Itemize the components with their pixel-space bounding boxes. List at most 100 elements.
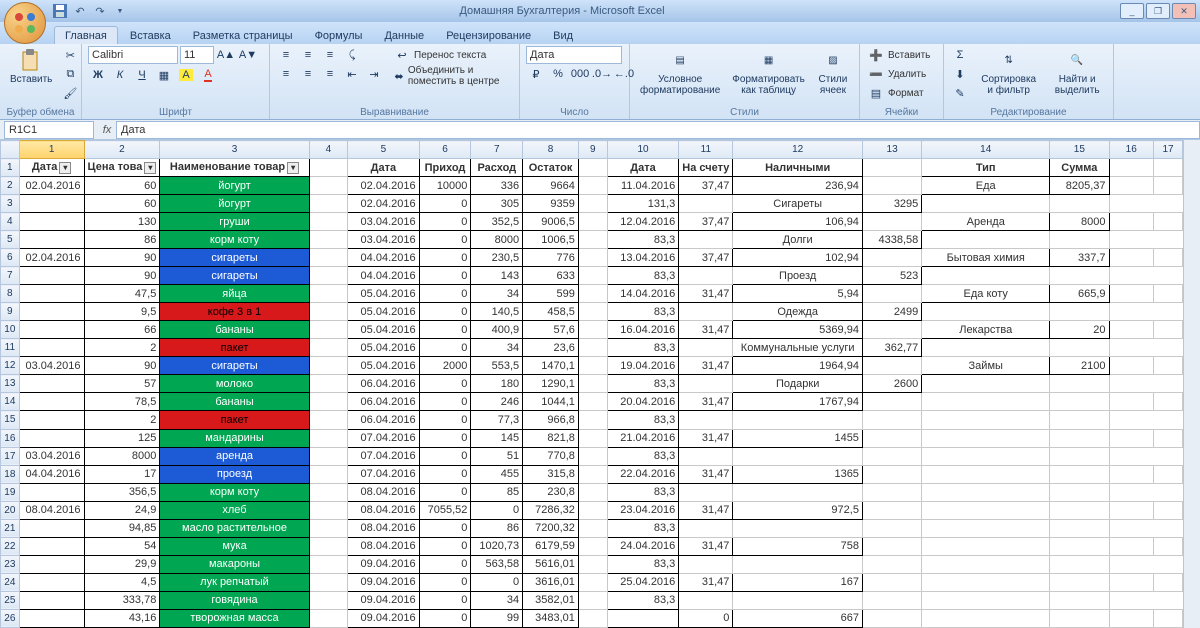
wrap-text-button[interactable]: ↩Перенос текста: [392, 46, 513, 64]
cell[interactable]: [309, 555, 347, 573]
cell[interactable]: [1050, 447, 1109, 465]
cell[interactable]: 02.04.2016: [348, 195, 420, 213]
cell[interactable]: [578, 231, 607, 249]
cell[interactable]: 2: [84, 339, 160, 357]
copy-icon[interactable]: ⧉: [60, 65, 80, 83]
close-button[interactable]: ✕: [1172, 3, 1196, 19]
cell[interactable]: 0: [419, 393, 471, 411]
cell[interactable]: 86: [471, 519, 523, 537]
cell[interactable]: [19, 303, 84, 321]
cell[interactable]: [607, 609, 679, 627]
col-header[interactable]: 12: [733, 141, 863, 159]
cell[interactable]: 43,16: [84, 609, 160, 627]
cell[interactable]: 83,3: [607, 411, 679, 429]
row-header[interactable]: 20: [1, 501, 20, 519]
cell[interactable]: [1050, 483, 1109, 501]
cell[interactable]: [578, 249, 607, 267]
cell[interactable]: [309, 285, 347, 303]
cell[interactable]: 9,5: [84, 303, 160, 321]
cell[interactable]: 966,8: [523, 411, 579, 429]
cell[interactable]: [309, 519, 347, 537]
cell[interactable]: [862, 213, 921, 231]
cell[interactable]: 458,5: [523, 303, 579, 321]
fill-icon[interactable]: ⬇: [950, 65, 970, 83]
cell[interactable]: 16.04.2016: [607, 321, 679, 339]
cell[interactable]: 08.04.2016: [348, 519, 420, 537]
cell[interactable]: лук репчатый: [160, 573, 309, 591]
cell[interactable]: 0: [419, 429, 471, 447]
col-header[interactable]: 6: [419, 141, 471, 159]
cell[interactable]: яйца: [160, 285, 309, 303]
cell[interactable]: [309, 267, 347, 285]
cell[interactable]: 337,7: [1050, 249, 1109, 267]
row-header[interactable]: 25: [1, 591, 20, 609]
row-header[interactable]: 7: [1, 267, 20, 285]
cell[interactable]: 0: [471, 501, 523, 519]
cell[interactable]: [309, 249, 347, 267]
cell[interactable]: [922, 447, 1050, 465]
cell[interactable]: 0: [419, 213, 471, 231]
cell[interactable]: 83,3: [607, 339, 679, 357]
cell[interactable]: 563,58: [471, 555, 523, 573]
cell[interactable]: [309, 537, 347, 555]
cell[interactable]: 34: [471, 339, 523, 357]
cell[interactable]: 29,9: [84, 555, 160, 573]
cell[interactable]: [922, 393, 1050, 411]
cell[interactable]: йогурт: [160, 177, 309, 195]
row-header[interactable]: 12: [1, 357, 20, 375]
cell[interactable]: 83,3: [607, 555, 679, 573]
cell[interactable]: 09.04.2016: [348, 573, 420, 591]
cell[interactable]: 770,8: [523, 447, 579, 465]
cell[interactable]: Подарки: [733, 375, 863, 393]
col-header[interactable]: 16: [1109, 141, 1153, 159]
filter-dropdown-icon[interactable]: ▾: [144, 162, 156, 174]
row-header[interactable]: 4: [1, 213, 20, 231]
cell[interactable]: Лекарства: [922, 321, 1050, 339]
cell[interactable]: 758: [733, 537, 863, 555]
sort-filter-button[interactable]: ⇅Сортировка и фильтр: [974, 46, 1043, 98]
cell[interactable]: На счету: [679, 159, 733, 177]
fx-icon[interactable]: fx: [98, 124, 116, 136]
cell[interactable]: [1050, 555, 1109, 573]
col-header[interactable]: 3: [160, 141, 309, 159]
cell[interactable]: [1109, 465, 1153, 483]
cell[interactable]: 04.04.2016: [348, 249, 420, 267]
cell[interactable]: [19, 591, 84, 609]
cell[interactable]: 143: [471, 267, 523, 285]
cell[interactable]: 57: [84, 375, 160, 393]
underline-icon[interactable]: Ч: [132, 66, 152, 84]
cell[interactable]: [578, 465, 607, 483]
cell[interactable]: 23,6: [523, 339, 579, 357]
percent-icon[interactable]: %: [548, 65, 568, 83]
cell[interactable]: [309, 339, 347, 357]
cell[interactable]: [1109, 501, 1153, 519]
cell[interactable]: [578, 303, 607, 321]
row-header[interactable]: 19: [1, 483, 20, 501]
cell[interactable]: 0: [419, 231, 471, 249]
row-header[interactable]: 15: [1, 411, 20, 429]
cell[interactable]: [1050, 375, 1109, 393]
cell[interactable]: [19, 321, 84, 339]
cell[interactable]: [309, 501, 347, 519]
cell[interactable]: 06.04.2016: [348, 375, 420, 393]
select-all-corner[interactable]: [1, 141, 20, 159]
cell[interactable]: [578, 339, 607, 357]
cell[interactable]: [1153, 213, 1182, 231]
merge-center-button[interactable]: ⬌Объединить и поместить в центре: [392, 65, 513, 87]
cell[interactable]: сигареты: [160, 357, 309, 375]
tab-рецензирование[interactable]: Рецензирование: [436, 27, 541, 44]
row-header[interactable]: 10: [1, 321, 20, 339]
qat-customize-icon[interactable]: ▼: [112, 3, 128, 19]
cell[interactable]: Расход: [471, 159, 523, 177]
cell[interactable]: [1109, 177, 1153, 195]
cell[interactable]: 86: [84, 231, 160, 249]
cell[interactable]: [1050, 573, 1109, 591]
cell[interactable]: 3582,01: [523, 591, 579, 609]
cell[interactable]: 05.04.2016: [348, 321, 420, 339]
cell[interactable]: 0: [471, 573, 523, 591]
row-header[interactable]: 24: [1, 573, 20, 591]
cell[interactable]: [309, 177, 347, 195]
cell[interactable]: [1050, 195, 1109, 213]
cell[interactable]: 4,5: [84, 573, 160, 591]
orientation-icon[interactable]: ⤹: [342, 46, 362, 64]
